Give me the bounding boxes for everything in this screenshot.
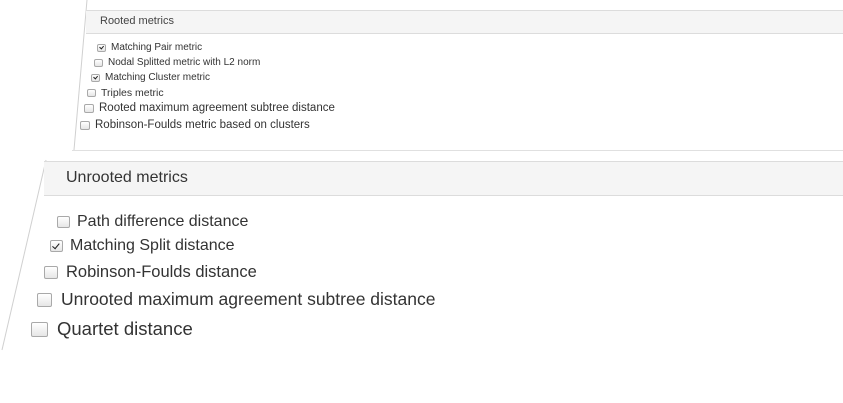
unrooted-option-path-difference[interactable]: Path difference distance: [57, 213, 248, 231]
checkbox[interactable]: [37, 292, 52, 307]
option-label: Robinson-Foulds distance: [66, 263, 257, 281]
rooted-option-matching-cluster[interactable]: Matching Cluster metric: [91, 72, 210, 83]
option-label: Matching Split distance: [70, 237, 235, 254]
option-label: Matching Pair metric: [111, 42, 203, 53]
checkbox-checked[interactable]: [91, 73, 100, 82]
checkbox-checked[interactable]: [50, 240, 63, 252]
checkbox[interactable]: [57, 216, 70, 228]
option-label: Robinson-Foulds metric based on clusters: [95, 119, 310, 131]
checkbox[interactable]: [87, 89, 96, 97]
checkbox[interactable]: [94, 58, 103, 67]
unrooted-option-robinson-foulds[interactable]: Robinson-Foulds distance: [44, 263, 257, 282]
rooted-option-triples[interactable]: Triples metric: [87, 87, 164, 99]
rooted-option-matching-pair[interactable]: Matching Pair metric: [97, 42, 202, 53]
checkbox[interactable]: [84, 103, 94, 113]
panel-divider: [72, 150, 843, 151]
option-label: Triples metric: [101, 87, 164, 99]
checkbox[interactable]: [31, 321, 48, 337]
unrooted-option-quartet[interactable]: Quartet distance: [31, 318, 193, 340]
checkbox[interactable]: [80, 120, 90, 130]
option-label: Matching Cluster metric: [105, 72, 211, 83]
checkbox[interactable]: [44, 266, 58, 279]
option-label: Path difference distance: [77, 213, 249, 230]
unrooted-option-unrooted-mast[interactable]: Unrooted maximum agreement subtree dista…: [37, 289, 436, 310]
rooted-option-rooted-mast[interactable]: Rooted maximum agreement subtree distanc…: [84, 102, 335, 114]
unrooted-metrics-title: Unrooted metrics: [66, 169, 188, 186]
checkbox-checked[interactable]: [97, 43, 106, 52]
rooted-metrics-header: [86, 10, 843, 34]
option-label: Nodal Splitted metric with L2 norm: [108, 57, 261, 68]
option-label: Quartet distance: [57, 318, 193, 339]
option-label: Rooted maximum agreement subtree distanc…: [99, 102, 335, 114]
metrics-form: Rooted metrics Matching Pair metric Noda…: [0, 0, 843, 403]
unrooted-option-matching-split[interactable]: Matching Split distance: [50, 237, 235, 255]
rooted-metrics-title: Rooted metrics: [100, 15, 174, 27]
rooted-option-nodal-splitted[interactable]: Nodal Splitted metric with L2 norm: [94, 57, 260, 68]
option-label: Unrooted maximum agreement subtree dista…: [61, 289, 436, 309]
rooted-option-robinson-foulds-clusters[interactable]: Robinson-Foulds metric based on clusters: [80, 119, 310, 131]
